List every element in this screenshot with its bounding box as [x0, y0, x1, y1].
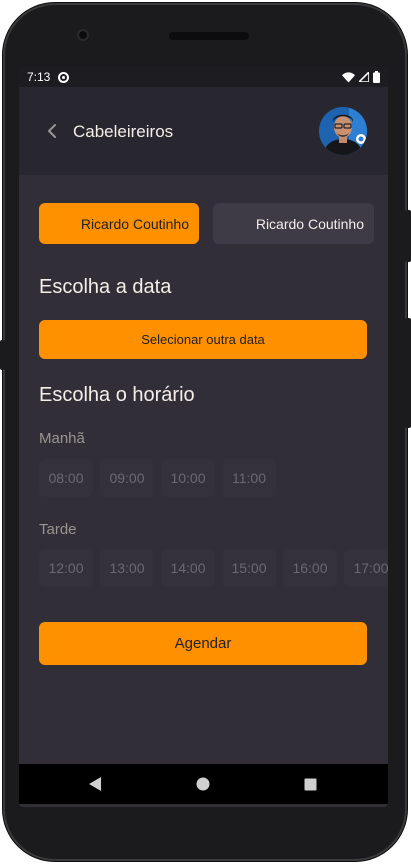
date-section-title: Escolha a data — [39, 276, 172, 298]
circle-home-icon — [196, 777, 210, 791]
android-nav-bar — [19, 764, 388, 804]
user-avatar[interactable] — [319, 107, 367, 155]
back-button[interactable] — [41, 119, 63, 143]
chevron-left-icon — [48, 124, 56, 138]
signal-icon — [359, 72, 369, 82]
hour-slot[interactable]: 10:00 — [161, 459, 215, 497]
afternoon-hours: 12:00 13:00 14:00 15:00 16:00 17:00 — [39, 549, 388, 587]
side-key — [0, 340, 5, 370]
hour-slot[interactable]: 16:00 — [283, 549, 337, 587]
page-title: Cabeleireiros — [73, 122, 174, 141]
status-bar: 7:13 — [19, 67, 388, 87]
provider-name: Ricardo Coutinho — [80, 215, 189, 232]
notification-app-icon — [58, 71, 70, 83]
provider-name: Ricardo Coutinho — [255, 215, 364, 232]
volume-button — [405, 318, 411, 428]
wifi-icon — [342, 71, 355, 82]
provider-card[interactable]: Ricardo Coutinho — [213, 203, 374, 244]
triangle-back-icon — [89, 777, 101, 791]
schedule-button[interactable]: Agendar — [39, 622, 367, 665]
nav-back-button[interactable] — [85, 774, 105, 794]
hour-slot[interactable]: 17:00 — [344, 549, 388, 587]
hour-slot[interactable]: 11:00 — [222, 459, 276, 497]
nav-home-button[interactable] — [193, 774, 213, 794]
hour-slot[interactable]: 08:00 — [39, 459, 93, 497]
battery-icon — [373, 71, 380, 83]
afternoon-label: Tarde — [39, 521, 77, 538]
status-time: 7:13 — [27, 70, 51, 84]
power-button — [405, 210, 411, 262]
hour-slot[interactable]: 14:00 — [161, 549, 215, 587]
hour-slot[interactable]: 09:00 — [100, 459, 154, 497]
hour-slot[interactable]: 13:00 — [100, 549, 154, 587]
square-recents-icon — [304, 778, 316, 790]
nav-recents-button[interactable] — [300, 774, 320, 794]
provider-list: Ricardo Coutinho Ricardo Coutinho — [39, 203, 388, 245]
provider-card-selected[interactable]: Ricardo Coutinho — [39, 203, 199, 244]
app-screen: 7:13 Cabeleireiros Ricardo Coutinho Rica… — [19, 67, 388, 807]
app-header: Cabeleireiros — [19, 87, 388, 175]
earpiece-speaker — [169, 32, 249, 40]
morning-label: Manhã — [39, 430, 85, 447]
hour-slot[interactable]: 15:00 — [222, 549, 276, 587]
select-date-button[interactable]: Selecionar outra data — [39, 320, 367, 359]
morning-hours: 08:00 09:00 10:00 11:00 — [39, 459, 388, 497]
front-camera — [77, 29, 89, 41]
hour-section-title: Escolha o horário — [39, 384, 195, 406]
hour-slot[interactable]: 12:00 — [39, 549, 93, 587]
status-icons — [342, 71, 380, 83]
avatar-image — [319, 107, 367, 155]
